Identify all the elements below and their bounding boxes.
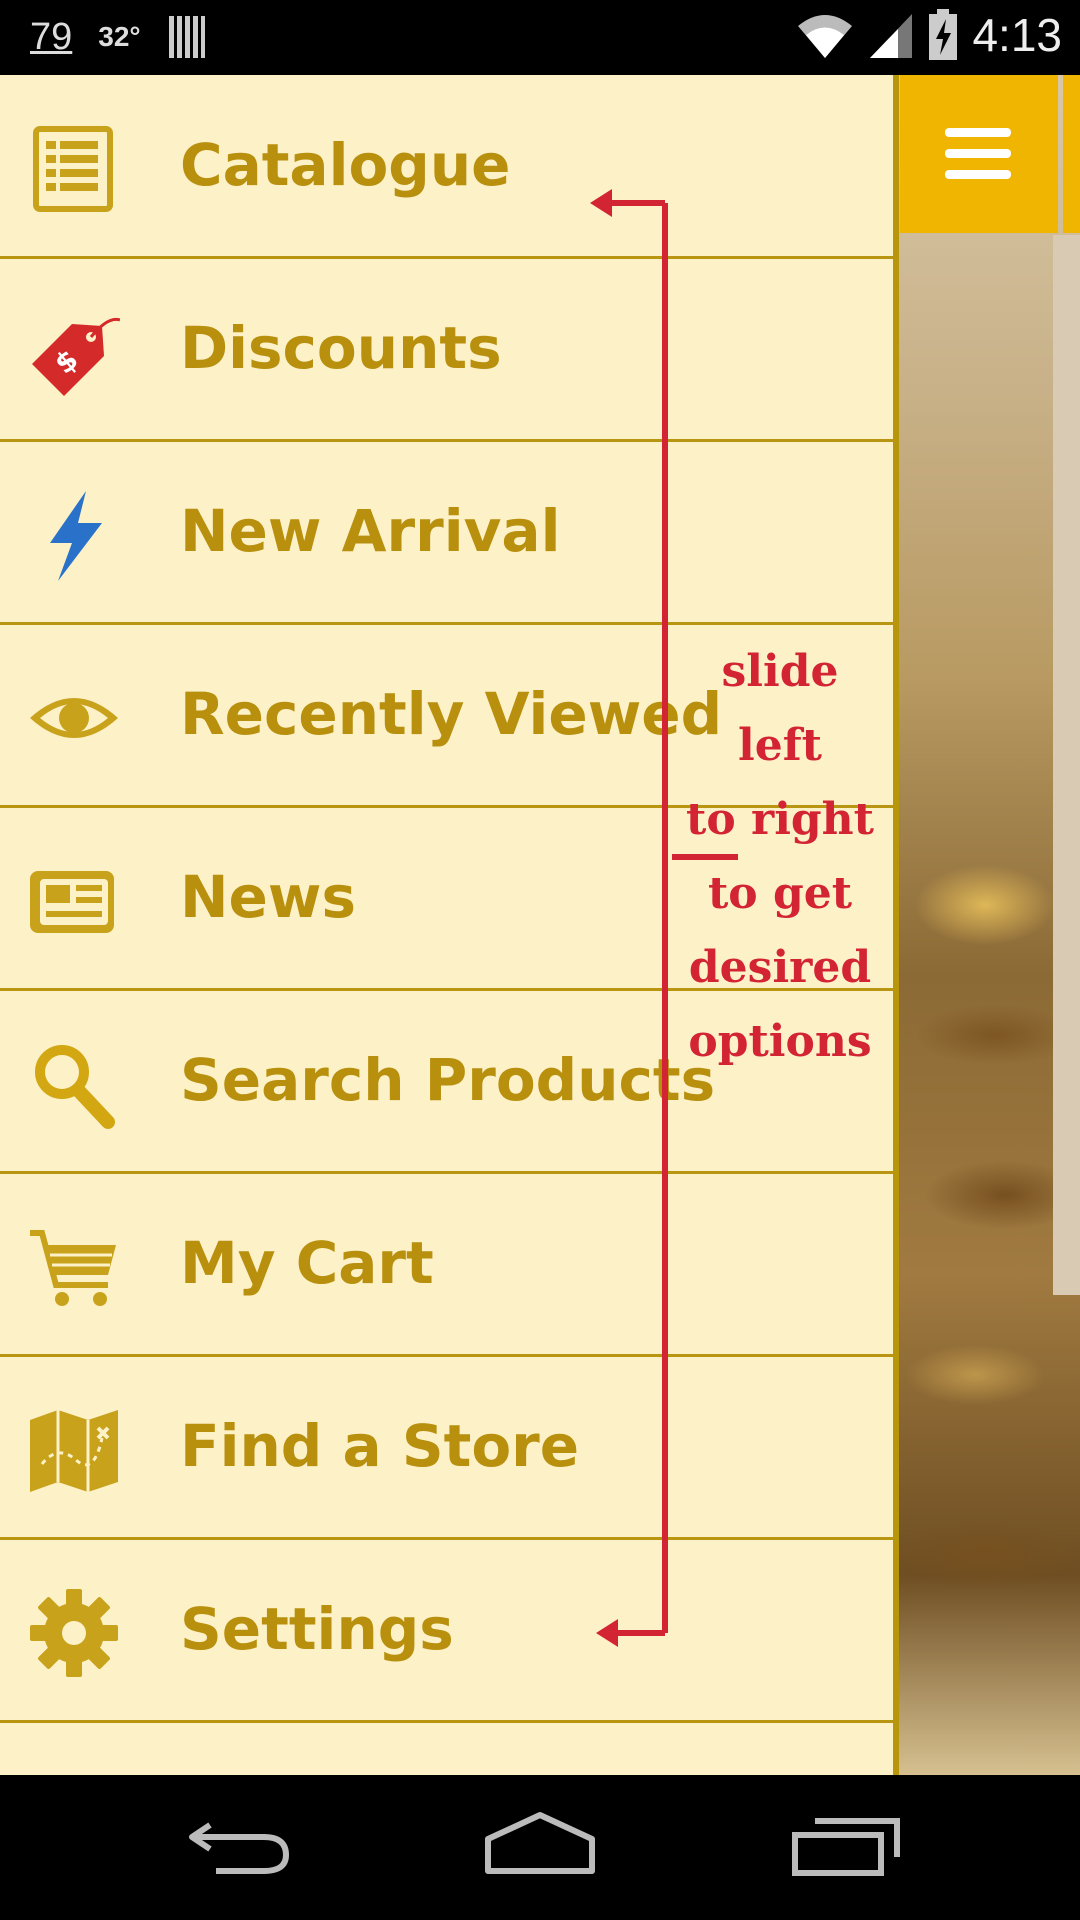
clock: 4:13 (972, 9, 1062, 61)
drawer-item-label: My Cart (180, 1229, 434, 1297)
navigation-bar (0, 1775, 1080, 1920)
annotation-line: options (688, 1016, 872, 1067)
drawer-item-settings[interactable]: Settings (0, 1539, 893, 1723)
signal-icon (870, 14, 913, 58)
barcode-icon (168, 16, 205, 58)
drawer-item-new-arrival[interactable]: New Arrival (0, 441, 893, 625)
price-tag-icon: $ (32, 317, 120, 396)
drawer-item-discounts[interactable]: $ Discounts (0, 258, 893, 442)
drawer-item-label: New Arrival (180, 497, 561, 565)
eye-icon (30, 698, 118, 738)
recent-apps-icon[interactable] (785, 1805, 905, 1885)
annotation-line: desired (688, 942, 872, 993)
annotation-note: slide left to right to get desired optio… (675, 635, 885, 1079)
drawer-item-label: Find a Store (180, 1412, 580, 1480)
drawer-item-label: Discounts (180, 314, 502, 382)
annotation-line: to get (707, 868, 853, 919)
drawer-item-label: Recently Viewed (180, 680, 723, 748)
app-bar (1063, 75, 1080, 233)
drawer-item-label: Catalogue (180, 131, 511, 199)
background-card (1053, 235, 1080, 1295)
newspaper-icon (30, 871, 114, 933)
drawer-item-catalogue[interactable]: Catalogue (0, 75, 893, 259)
battery-charging-icon (929, 9, 958, 60)
annotation-line: to right (686, 794, 874, 845)
lightning-bolt-icon (50, 491, 102, 581)
status-left: 79 32° (30, 14, 207, 60)
drawer-item-my-cart[interactable]: My Cart (0, 1173, 893, 1357)
home-icon[interactable] (480, 1805, 600, 1885)
drawer-item-label: Search Products (180, 1046, 716, 1114)
drawer-item-label: News (180, 863, 356, 931)
back-icon[interactable] (180, 1805, 300, 1885)
battery-temp-indicator: 79 (30, 15, 73, 58)
status-bar: 79 32° 4:13 (0, 0, 1080, 75)
wifi-icon (798, 15, 853, 58)
catalogue-list-icon (33, 126, 113, 212)
annotation-line: slide (721, 646, 839, 697)
map-icon (30, 1410, 118, 1492)
gear-icon (30, 1589, 118, 1677)
temperature-indicator: 32° (98, 21, 141, 52)
drawer-item-find-a-store[interactable]: Find a Store (0, 1356, 893, 1540)
status-right: 4:13 (796, 8, 1062, 62)
hamburger-menu-icon[interactable] (945, 128, 1011, 180)
drawer-item-label: Settings (180, 1595, 454, 1663)
annotation-line: left (738, 720, 822, 771)
magnifier-icon (35, 1045, 115, 1129)
shopping-cart-icon (30, 1230, 116, 1306)
